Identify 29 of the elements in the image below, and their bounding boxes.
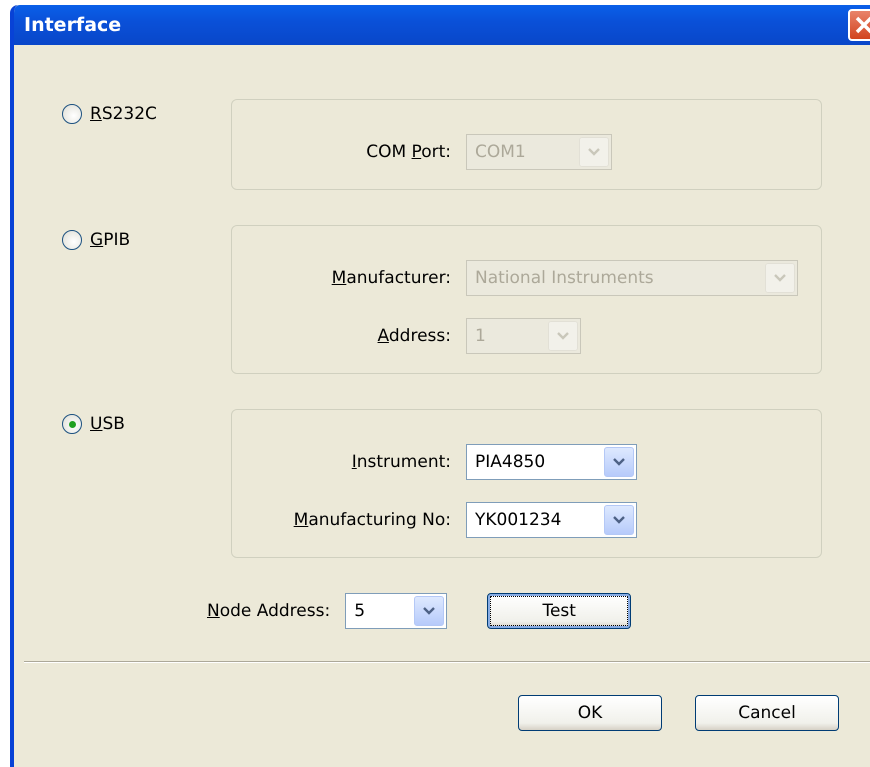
radio-button[interactable]: [62, 230, 82, 250]
radio-label: USB: [90, 414, 125, 434]
radio-label: RS232C: [90, 104, 157, 124]
chevron-down-icon: [588, 148, 600, 156]
field-label: Node Address:: [207, 601, 330, 621]
dropdown-button[interactable]: [414, 596, 444, 626]
chevron-down-icon: [423, 607, 436, 615]
dropdown-field[interactable]: YK001234: [466, 502, 637, 538]
window-title: Interface: [24, 14, 122, 36]
chevron-down-icon: [557, 332, 569, 340]
radio-button[interactable]: [62, 414, 82, 434]
radio-button[interactable]: [62, 104, 82, 124]
chevron-down-icon: [613, 516, 625, 524]
field-label: Manufacturer:: [332, 268, 451, 288]
close-icon: [853, 14, 870, 36]
dropdown-button[interactable]: [604, 447, 634, 477]
dropdown-button[interactable]: [604, 505, 634, 535]
radio-label: GPIB: [90, 230, 130, 250]
dropdown-field[interactable]: PIA4850: [466, 444, 637, 480]
test-button[interactable]: Test: [487, 593, 632, 629]
field-label: COM Port:: [366, 142, 451, 162]
chevron-down-icon: [774, 274, 786, 282]
dialog-button[interactable]: Cancel: [695, 695, 839, 731]
dialog-button[interactable]: OK: [518, 695, 662, 731]
chevron-down-icon: [613, 458, 625, 466]
field-label: Instrument:: [352, 452, 451, 472]
dropdown-field[interactable]: 5: [345, 593, 448, 629]
field-label: Address:: [378, 326, 451, 346]
field-label: Manufacturing No:: [294, 510, 451, 530]
